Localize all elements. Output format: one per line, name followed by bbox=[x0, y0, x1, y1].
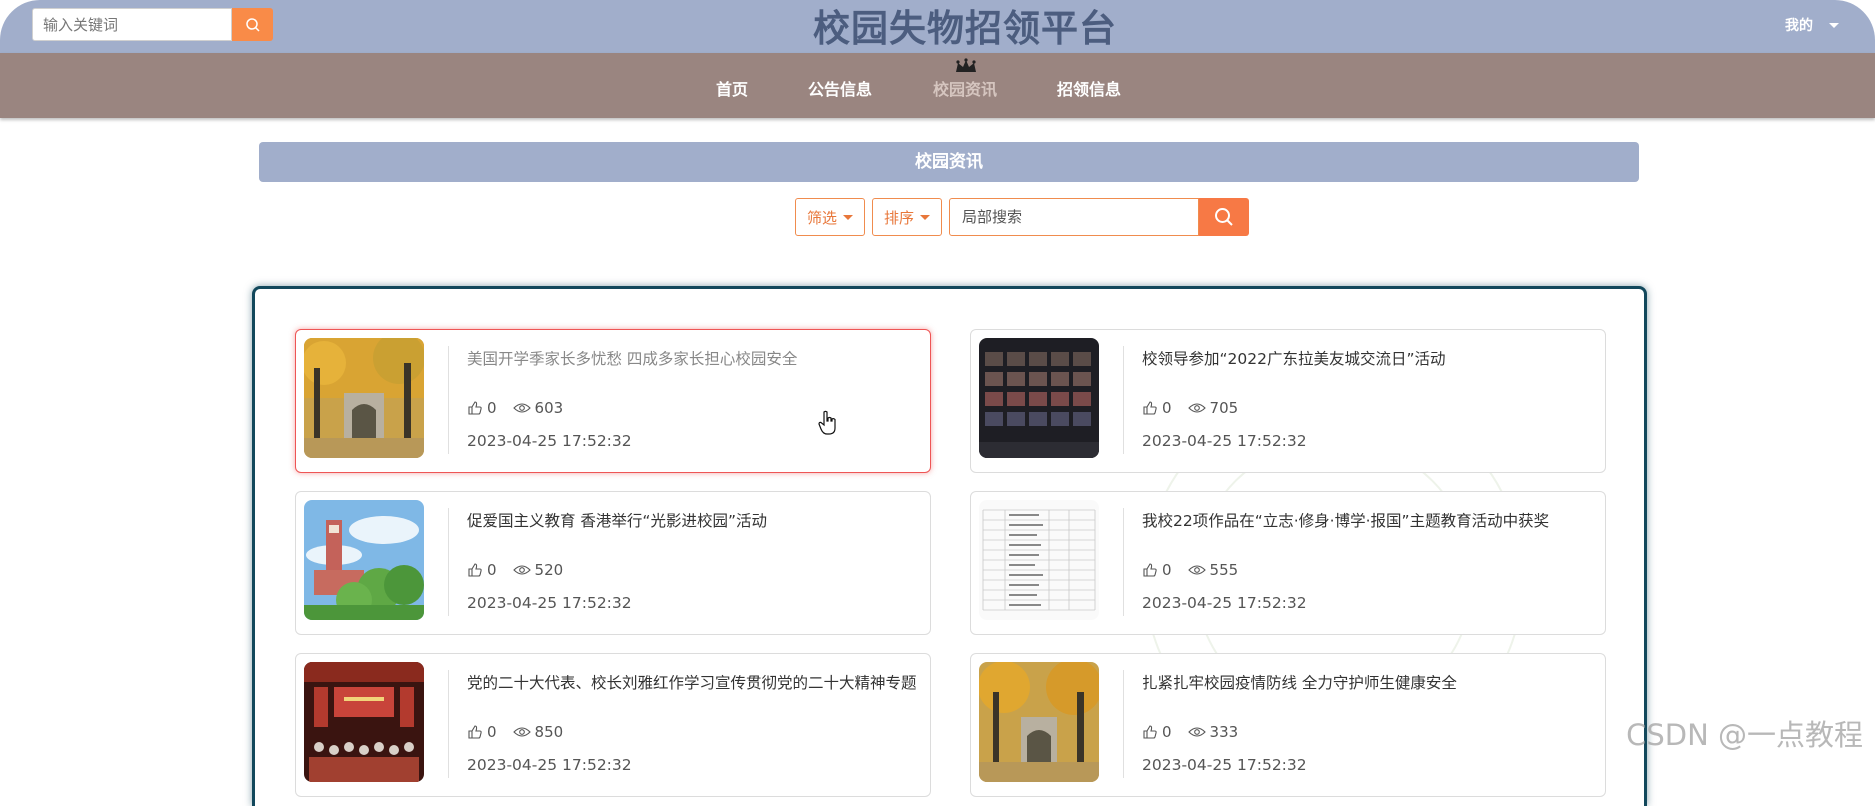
news-date: 2023-04-25 17:52:32 bbox=[1142, 432, 1307, 450]
thumbs-up-icon[interactable] bbox=[1142, 724, 1158, 740]
like-count: 0 bbox=[1162, 561, 1172, 579]
like-count: 0 bbox=[1162, 723, 1172, 741]
news-title[interactable]: 美国开学季家长多忧愁 四成多家长担心校园安全 bbox=[467, 347, 927, 369]
card-divider bbox=[448, 670, 449, 778]
news-title[interactable]: 我校22项作品在“立志·修身·博学·报国”主题教育活动中获奖 bbox=[1142, 509, 1602, 531]
thumbs-up-icon[interactable] bbox=[1142, 400, 1158, 416]
thumbs-up-icon[interactable] bbox=[467, 562, 483, 578]
view-count: 850 bbox=[534, 723, 564, 741]
news-title[interactable]: 校领导参加“2022广东拉美友城交流日”活动 bbox=[1142, 347, 1602, 369]
nav-item-lost-found[interactable]: 招领信息 bbox=[1057, 76, 1121, 100]
like-count: 0 bbox=[1162, 399, 1172, 417]
view-count: 555 bbox=[1209, 561, 1239, 579]
like-count: 0 bbox=[487, 723, 497, 741]
news-card[interactable]: 扎紧扎牢校园疫情防线 全力守护师生健康安全 0 333 2023-04-25 1… bbox=[970, 653, 1606, 797]
news-date: 2023-04-25 17:52:32 bbox=[1142, 756, 1307, 774]
crown-icon bbox=[956, 58, 976, 72]
eye-icon bbox=[1187, 727, 1206, 737]
thumbs-up-icon[interactable] bbox=[1142, 562, 1158, 578]
news-stats: 0 333 bbox=[1142, 723, 1254, 741]
view-count: 705 bbox=[1209, 399, 1239, 417]
news-stats: 0 705 bbox=[1142, 399, 1254, 417]
news-title[interactable]: 扎紧扎牢校园疫情防线 全力守护师生健康安全 bbox=[1142, 671, 1602, 693]
local-search-button[interactable] bbox=[1199, 198, 1250, 236]
thumbs-up-icon[interactable] bbox=[467, 400, 483, 416]
view-count: 520 bbox=[534, 561, 564, 579]
news-thumbnail bbox=[304, 662, 424, 782]
card-divider bbox=[448, 346, 449, 454]
eye-icon bbox=[512, 565, 531, 575]
view-count: 603 bbox=[534, 399, 564, 417]
news-stats: 0 555 bbox=[1142, 561, 1254, 579]
news-thumbnail bbox=[979, 662, 1099, 782]
filter-label: 筛选 bbox=[807, 208, 838, 227]
news-thumbnail bbox=[979, 500, 1099, 620]
news-card[interactable]: 校领导参加“2022广东拉美友城交流日”活动 0 705 2023-04-25 … bbox=[970, 329, 1606, 473]
watermark: CSDN @一点教程 bbox=[1626, 718, 1863, 752]
user-menu-label: 我的 bbox=[1785, 18, 1813, 34]
user-menu[interactable]: 我的 bbox=[1785, 15, 1839, 35]
news-date: 2023-04-25 17:52:32 bbox=[467, 432, 632, 450]
news-stats: 0 850 bbox=[467, 723, 579, 741]
news-date: 2023-04-25 17:52:32 bbox=[467, 594, 632, 612]
top-header: 校园失物招领平台 我的 bbox=[0, 0, 1875, 53]
section-title-bar: 校园资讯 bbox=[259, 142, 1639, 182]
site-title: 校园失物招领平台 bbox=[813, 6, 1117, 50]
eye-icon bbox=[1187, 565, 1206, 575]
like-count: 0 bbox=[487, 561, 497, 579]
like-count: 0 bbox=[487, 399, 497, 417]
view-count: 333 bbox=[1209, 723, 1239, 741]
news-thumbnail bbox=[304, 338, 424, 458]
caret-down-icon bbox=[920, 214, 931, 220]
news-stats: 0 603 bbox=[467, 399, 579, 417]
news-panel: 美国开学季家长多忧愁 四成多家长担心校园安全 0 603 2023-04-25 … bbox=[252, 286, 1647, 806]
news-date: 2023-04-25 17:52:32 bbox=[1142, 594, 1307, 612]
caret-down-icon bbox=[843, 214, 854, 220]
news-card[interactable]: 促爱国主义教育 香港举行“光影进校园”活动 0 520 2023-04-25 1… bbox=[295, 491, 931, 635]
card-divider bbox=[1123, 670, 1124, 778]
news-date: 2023-04-25 17:52:32 bbox=[467, 756, 632, 774]
news-thumbnail bbox=[979, 338, 1099, 458]
card-divider bbox=[1123, 346, 1124, 454]
sort-dropdown[interactable]: 排序 bbox=[872, 198, 943, 236]
sort-label: 排序 bbox=[884, 208, 915, 227]
card-divider bbox=[1123, 508, 1124, 616]
nav-item-home[interactable]: 首页 bbox=[716, 76, 748, 100]
main-nav: 首页 公告信息 校园资讯 招领信息 bbox=[0, 53, 1875, 118]
news-stats: 0 520 bbox=[467, 561, 579, 579]
search-icon bbox=[1215, 208, 1233, 226]
news-title[interactable]: 促爱国主义教育 香港举行“光影进校园”活动 bbox=[467, 509, 927, 531]
news-card[interactable]: 美国开学季家长多忧愁 四成多家长担心校园安全 0 603 2023-04-25 … bbox=[295, 329, 931, 473]
local-search bbox=[949, 198, 1250, 236]
hand-cursor-icon bbox=[818, 410, 836, 435]
thumbs-up-icon[interactable] bbox=[467, 724, 483, 740]
nav-item-campus-news[interactable]: 校园资讯 bbox=[933, 76, 997, 100]
news-thumbnail bbox=[304, 500, 424, 620]
chevron-down-icon bbox=[1829, 22, 1839, 28]
card-divider bbox=[448, 508, 449, 616]
list-toolbar: 筛选 排序 bbox=[795, 198, 1250, 236]
nav-item-notices[interactable]: 公告信息 bbox=[808, 76, 872, 100]
eye-icon bbox=[512, 727, 531, 737]
news-card[interactable]: 党的二十大代表、校长刘雅红作学习宣传贯彻党的二十大精神专题 0 850 2023… bbox=[295, 653, 931, 797]
news-card[interactable]: 我校22项作品在“立志·修身·博学·报国”主题教育活动中获奖 0 555 202… bbox=[970, 491, 1606, 635]
local-search-input[interactable] bbox=[949, 198, 1200, 236]
eye-icon bbox=[512, 403, 531, 413]
eye-icon bbox=[1187, 403, 1206, 413]
filter-dropdown[interactable]: 筛选 bbox=[795, 198, 866, 236]
news-title[interactable]: 党的二十大代表、校长刘雅红作学习宣传贯彻党的二十大精神专题 bbox=[467, 671, 927, 693]
